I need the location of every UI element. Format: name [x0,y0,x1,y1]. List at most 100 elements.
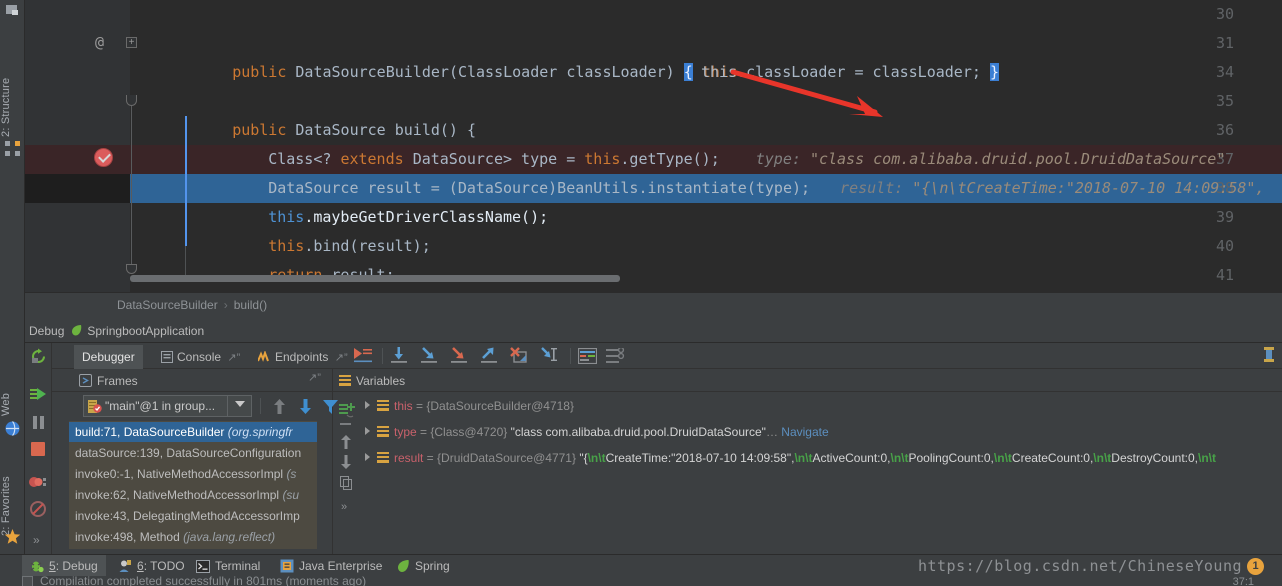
tab-console[interactable]: Console ↗” [153,345,248,369]
sidebar-tab-favorites[interactable]: 2: Favorites [0,444,25,536]
settings-icon[interactable] [606,346,625,369]
caret-position[interactable]: 37:1 [1233,576,1254,586]
frame-list-item[interactable]: dataSource:139, DataSourceConfiguration [69,443,317,463]
step-over-icon[interactable] [390,347,409,370]
view-breakpoints-icon[interactable] [29,474,47,495]
navigate-link[interactable]: Navigate [781,425,828,439]
variable-value-part: CreateCount:0, [1011,451,1094,465]
code-line[interactable]: public DataSourceBuilder(ClassLoader cla… [130,29,1282,81]
variable-value-part: CreateTime:"2018-07-10 14:09:58", [605,451,795,465]
stop-icon[interactable] [30,441,46,462]
notification-badge[interactable]: 1 [1247,558,1264,575]
step-into-icon[interactable] [420,347,439,370]
frames-move-down-icon[interactable] [341,455,351,474]
debug-toolwindow-header: Debug SpringbootApplication [25,321,1282,342]
variable-meta: {DruidDataSource@4771} [437,451,576,465]
add-watch-icon[interactable] [338,402,356,424]
pause-program-icon[interactable] [31,415,46,435]
debug-config-name[interactable]: SpringbootApplication [87,324,204,338]
tab-debugger[interactable]: Debugger [74,345,143,369]
frame-list-item[interactable]: build:71, DataSourceBuilder (org.springf… [69,422,317,442]
frame-list-item[interactable]: invoke:498, Method (java.lang.reflect) [69,527,317,547]
tab-console-label: Console [177,350,222,364]
force-step-into-icon[interactable] [450,347,469,370]
thread-selector-dropdown-button[interactable] [228,395,252,417]
breadcrumb[interactable]: DataSourceBuilder › build() [25,292,1282,316]
variable-row[interactable]: this = {DataSourceBuilder@4718} [365,396,574,417]
code-line[interactable]: this.bind(result); [130,203,1282,255]
debug-header-label: Debug [29,324,65,338]
expand-arrow-icon[interactable] [365,453,370,461]
frames-move-up-icon[interactable] [341,435,351,454]
resume-program-icon[interactable] [30,386,47,408]
bottom-tab-debug[interactable]: 5: Debug [22,555,106,577]
bottom-tab-spring[interactable]: Spring [388,555,458,577]
variable-ellipsis: … [765,425,778,439]
code-editor[interactable]: 30 31 34 35 36 37 38 39 40 41 @ + public… [25,0,1282,292]
frame-item-package: (s [286,467,297,481]
frame-list-item[interactable]: invoke:62, NativeMethodAccessorImpl (su [69,485,317,505]
code-line[interactable]: Class<? extends DataSource> type = this.… [130,116,1282,168]
evaluate-expression-icon[interactable] [577,347,598,369]
escape-seq: \n\t [794,451,813,465]
variable-row[interactable]: result = {DruidDataSource@4771} "{\n\tCr… [365,448,1216,469]
line-number: 30 [1215,5,1234,23]
expand-arrow-icon[interactable] [365,427,370,435]
expand-arrow-icon[interactable] [365,401,370,409]
breakpoint-verified-icon[interactable] [94,148,113,167]
run-to-cursor-icon[interactable] [540,347,559,370]
bottom-tab-java-enterprise[interactable]: Java Enterprise [272,555,390,577]
variable-row[interactable]: type = {Class@4720} "class com.alibaba.d… [365,422,829,443]
bottom-tab-terminal[interactable]: Terminal [188,555,268,577]
bottom-tab-terminal-label: Terminal [215,559,261,573]
code-line[interactable]: return result; [130,232,1282,284]
endpoints-icon [257,347,271,371]
more-icon[interactable]: » [33,533,40,547]
frames-pin-icon[interactable]: ↗” [308,371,321,384]
step-out-icon[interactable] [480,347,499,370]
escape-seq: \n\t [993,451,1012,465]
tab-endpoints[interactable]: Endpoints ↗” [250,345,356,369]
code-line[interactable]: this.maybeGetDriverClassName(); [130,174,1282,226]
favorites-star-icon[interactable] [4,528,21,545]
web-globe-icon[interactable] [4,420,21,437]
code-line[interactable]: public DataSource build() { [130,87,1282,139]
breadcrumb-method[interactable]: build() [234,298,267,312]
frames-icon [79,372,92,394]
editor-horizontal-scrollbar[interactable] [130,275,620,282]
frame-item-text: invoke:62, NativeMethodAccessorImpl [75,488,283,502]
thread-selector[interactable]: "main"@1 in group... [83,395,228,417]
chevron-down-icon [235,401,245,407]
breadcrumb-class[interactable]: DataSourceBuilder [117,298,218,312]
escape-seq: \n\t [890,451,909,465]
bottom-tab-debug-num: 5 [49,559,56,573]
pin-tab-icon[interactable]: ↗” [332,352,348,364]
frame-list-item[interactable]: invoke:43, DelegatingMethodAccessorImp [69,506,317,526]
sidebar-tab-structure[interactable]: 2: Structure [0,42,25,137]
structure-icon[interactable] [4,140,21,157]
filter-icon[interactable] [323,399,338,419]
sidebar-tab-web[interactable]: Web [0,382,25,416]
drop-frame-icon[interactable] [510,347,529,370]
frames-more-icon[interactable]: » [341,501,347,513]
notification-count: 1 [1252,560,1259,572]
status-checkbox-icon[interactable] [22,576,33,586]
escape-seq: \n\t [587,451,606,465]
layout-settings-icon[interactable] [1262,347,1276,368]
mute-breakpoints-icon[interactable] [30,501,46,522]
panel-divider[interactable] [332,369,333,555]
move-down-icon[interactable] [299,399,312,419]
pin-tab-icon[interactable]: ↗” [224,352,240,364]
frame-list-item[interactable]: invoke0:-1, NativeMethodAccessorImpl (s [69,464,317,484]
code-line[interactable]: DataSource result = (DataSource)BeanUtil… [130,145,1282,197]
assign-body: this.classLoader = classLoader; [700,63,981,81]
copy-icon[interactable] [340,476,352,495]
bottom-tab-todo[interactable]: 6: TODO [110,555,193,577]
annotation-at-icon[interactable]: @ [95,33,104,51]
rerun-icon[interactable] [30,348,47,370]
show-execution-point-icon[interactable] [354,347,373,370]
project-icon[interactable] [4,2,21,19]
move-up-icon[interactable] [273,399,286,419]
frame-item-package: (org.springfr [227,425,293,439]
variable-name: type [394,425,417,439]
